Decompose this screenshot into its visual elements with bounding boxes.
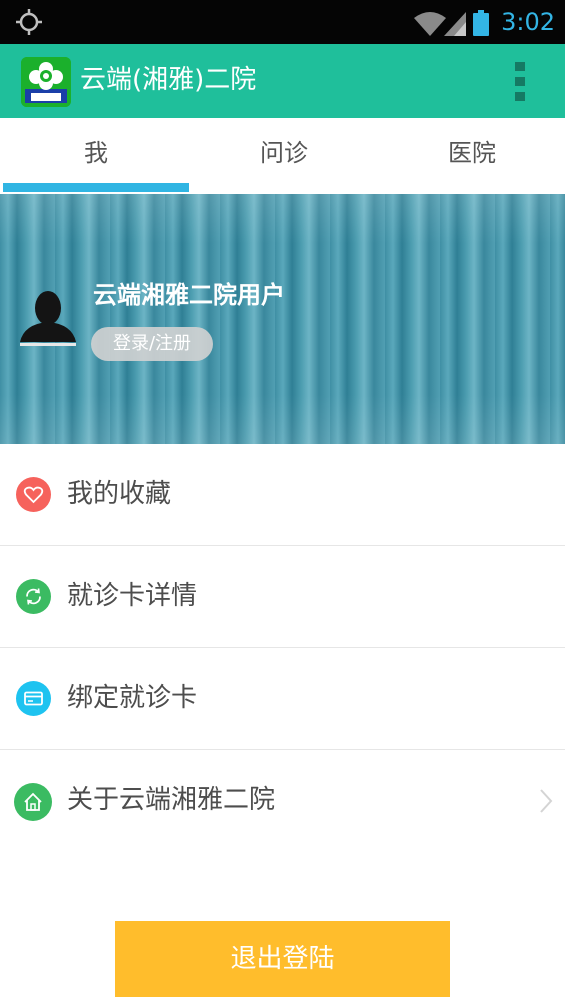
chevron-right-icon bbox=[539, 788, 553, 818]
heart-icon bbox=[16, 477, 51, 512]
battery-icon bbox=[473, 10, 489, 40]
tab-hospital[interactable]: 医院 bbox=[378, 118, 565, 194]
refresh-icon bbox=[16, 579, 51, 614]
menu-item-card-details[interactable]: 就诊卡详情 bbox=[0, 546, 565, 648]
menu-label-favorites: 我的收藏 bbox=[67, 479, 172, 509]
status-time: 3:02 bbox=[501, 8, 555, 36]
status-bar: 3:02 bbox=[0, 0, 565, 44]
avatar-icon[interactable] bbox=[20, 290, 76, 352]
menu-item-about[interactable]: 关于云端湘雅二院 bbox=[0, 750, 565, 851]
wifi-icon bbox=[414, 12, 446, 40]
menu-item-bind-card[interactable]: 绑定就诊卡 bbox=[0, 648, 565, 750]
menu-label-about: 关于云端湘雅二院 bbox=[67, 785, 276, 815]
menu-list: 我的收藏 就诊卡详情 绑定就诊卡 关于云端湘雅二院 bbox=[0, 444, 565, 851]
app-bar: 云端(湘雅)二院 bbox=[0, 44, 565, 118]
tab-indicator bbox=[3, 183, 189, 192]
logout-button[interactable]: 退出登陆 bbox=[115, 921, 450, 997]
user-name: 云端湘雅二院用户 bbox=[93, 281, 285, 309]
gps-icon bbox=[16, 9, 42, 39]
card-icon bbox=[16, 681, 51, 716]
overflow-menu-icon[interactable] bbox=[508, 60, 532, 104]
app-logo bbox=[21, 57, 71, 107]
profile-banner: 云端湘雅二院用户 登录/注册 bbox=[0, 194, 565, 444]
menu-label-card-details: 就诊卡详情 bbox=[67, 581, 198, 611]
menu-label-bind-card: 绑定就诊卡 bbox=[67, 683, 198, 713]
menu-item-favorites[interactable]: 我的收藏 bbox=[0, 444, 565, 546]
login-register-button[interactable]: 登录/注册 bbox=[91, 327, 213, 361]
home-icon bbox=[14, 783, 52, 821]
signal-icon bbox=[444, 12, 466, 40]
app-title: 云端(湘雅)二院 bbox=[80, 65, 257, 95]
tab-consult[interactable]: 问诊 bbox=[190, 118, 378, 194]
